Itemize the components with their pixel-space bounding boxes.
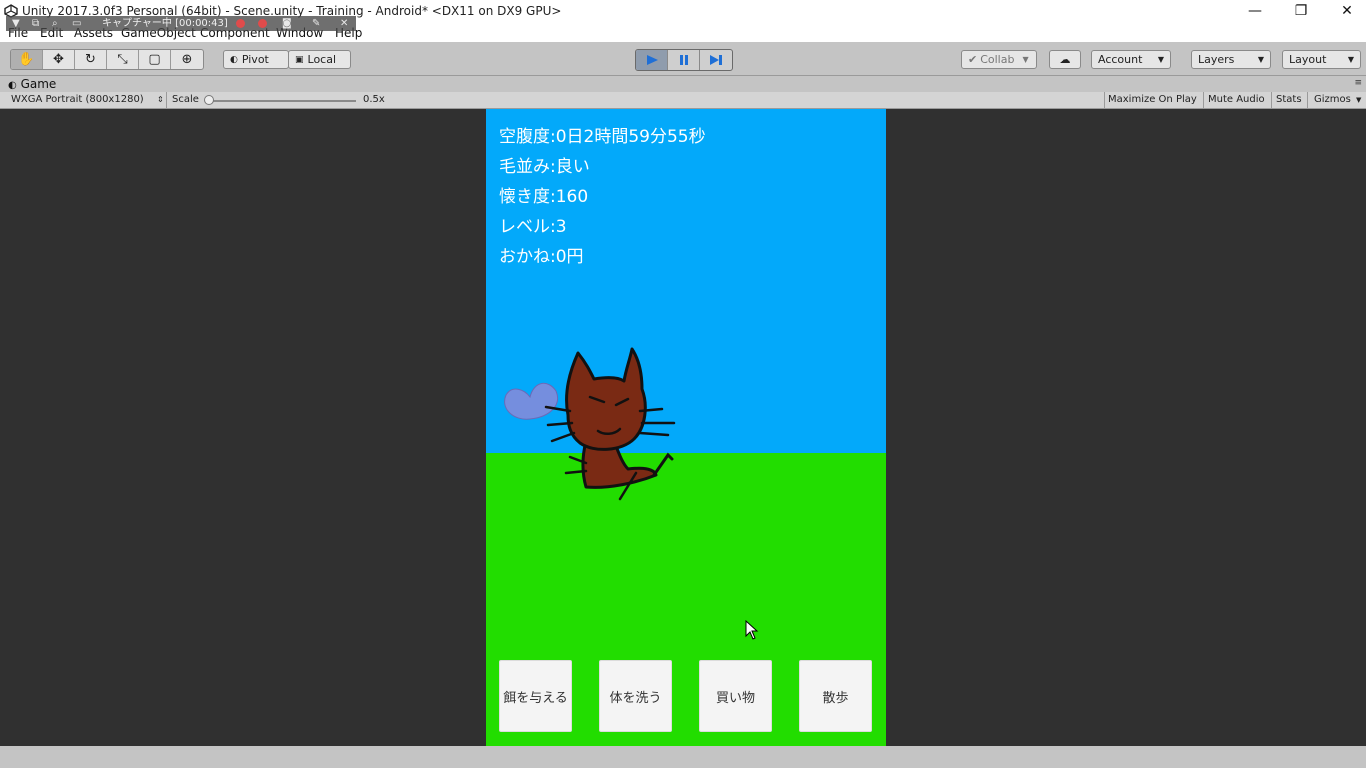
money-stat: おかね:0円: [499, 247, 584, 267]
hand-tool-icon[interactable]: ✋: [11, 50, 43, 69]
account-label: Account: [1098, 53, 1143, 66]
check-icon: ✔: [968, 53, 978, 66]
feed-button[interactable]: 餌を与える: [499, 660, 572, 732]
playback-controls: [635, 49, 733, 71]
hunger-stat: 空腹度:0日2時間59分55秒: [499, 127, 706, 147]
step-icon: [710, 55, 722, 65]
cloud-icon: ☁: [1059, 53, 1071, 66]
mouse-cursor-icon: [745, 620, 759, 640]
pivot-label: Pivot: [241, 53, 269, 66]
tab-game-label: Game: [20, 77, 57, 91]
pivot-toggle[interactable]: ◐ Pivot: [223, 50, 289, 69]
level-stat: レベル:3: [499, 217, 567, 237]
resolution-dropdown[interactable]: WXGA Portrait (800x1280): [11, 94, 144, 105]
local-icon: ▣: [295, 54, 304, 65]
divider: [1203, 92, 1204, 109]
mute-audio-toggle[interactable]: Mute Audio: [1208, 94, 1265, 105]
region-icon[interactable]: ▭: [72, 17, 81, 30]
status-bar: [0, 746, 1366, 768]
fur-stat: 毛並み:良い: [499, 157, 590, 177]
maximize-on-play-toggle[interactable]: Maximize On Play: [1108, 94, 1197, 105]
maximize-button[interactable]: ❐: [1278, 0, 1324, 24]
close-button[interactable]: ✕: [1324, 0, 1366, 24]
play-icon: [646, 55, 658, 65]
game-screen: 空腹度:0日2時間59分55秒 毛並み:良い 懐き度:160 レベル:3 おかね…: [486, 109, 886, 746]
zoom-icon[interactable]: ⌕: [52, 17, 58, 30]
layout-label: Layout: [1289, 53, 1327, 66]
layout-dropdown[interactable]: Layout ▼: [1282, 50, 1361, 69]
tab-game[interactable]: ◐ Game: [8, 77, 56, 91]
camera-icon[interactable]: ◙: [282, 17, 292, 30]
record-icon[interactable]: [258, 19, 267, 28]
game-tab-bar: ◐ Game ≡: [0, 76, 1366, 92]
move-tool-icon[interactable]: ✥: [43, 50, 75, 69]
transform-tools: ✋ ✥ ↻ ⤡ ▢ ⊕: [10, 49, 204, 70]
pause-icon: [679, 55, 688, 65]
chevron-down-icon: ▼: [1257, 55, 1264, 64]
chevron-down-icon: ▼: [1157, 55, 1164, 64]
chevron-down-icon: ▼: [1022, 55, 1029, 64]
gizmos-dropdown[interactable]: Gizmos: [1314, 94, 1351, 105]
chevron-down-icon: ▼: [1356, 96, 1362, 104]
scale-value: 0.5x: [363, 94, 385, 105]
resolution-arrows-icon: ⇕: [157, 95, 164, 104]
unity-editor-window: Unity 2017.3.0f3 Personal (64bit) - Scen…: [0, 0, 1366, 768]
window-icon[interactable]: ⧉: [32, 17, 39, 30]
divider: [1307, 92, 1308, 109]
account-dropdown[interactable]: Account ▼: [1091, 50, 1171, 69]
step-button[interactable]: [700, 50, 732, 70]
divider: [1271, 92, 1272, 109]
divider: [166, 92, 167, 109]
scale-label: Scale: [172, 94, 199, 105]
layers-label: Layers: [1198, 53, 1235, 66]
layers-dropdown[interactable]: Layers ▼: [1191, 50, 1271, 69]
collab-label: Collab: [980, 53, 1015, 66]
pivot-icon: ◐: [230, 54, 238, 65]
main-toolbar: ✋ ✥ ↻ ⤡ ▢ ⊕ ◐ Pivot ▣ Local ✔ Collab ▼ ☁…: [0, 42, 1366, 76]
screen-capture-overlay: ▼ ⧉ ⌕ ▭ キャプチャー中 [00:00:43] ◙ ✎ ✕: [6, 16, 356, 31]
game-view-toolbar: WXGA Portrait (800x1280) ⇕ Scale 0.5x Ma…: [0, 92, 1366, 109]
divider: [1104, 92, 1105, 109]
scale-tool-icon[interactable]: ⤡: [107, 50, 139, 69]
local-label: Local: [307, 53, 337, 66]
affection-stat: 懐き度:160: [499, 187, 589, 207]
local-toggle[interactable]: ▣ Local: [288, 50, 351, 69]
pen-icon[interactable]: ✎: [312, 17, 320, 30]
pause-button[interactable]: [668, 50, 700, 70]
wash-button[interactable]: 体を洗う: [599, 660, 672, 732]
rect-tool-icon[interactable]: ▢: [139, 50, 171, 69]
walk-button[interactable]: 散歩: [799, 660, 872, 732]
stats-toggle[interactable]: Stats: [1276, 94, 1302, 105]
scale-slider-thumb[interactable]: [204, 95, 214, 105]
close-capture-icon[interactable]: ✕: [340, 17, 348, 30]
cloud-button[interactable]: ☁: [1049, 50, 1081, 69]
pause-record-icon[interactable]: [236, 19, 245, 28]
minimize-button[interactable]: —: [1232, 0, 1278, 24]
shop-button[interactable]: 買い物: [699, 660, 772, 732]
collab-dropdown[interactable]: ✔ Collab ▼: [961, 50, 1037, 69]
capture-status: キャプチャー中 [00:00:43]: [102, 18, 228, 29]
scale-slider-track[interactable]: [206, 100, 356, 102]
play-button[interactable]: [636, 50, 668, 70]
cat-wing: [504, 382, 558, 420]
chevron-down-icon[interactable]: ▼: [12, 17, 20, 30]
chevron-down-icon: ▼: [1347, 55, 1354, 64]
cat-character: [504, 347, 676, 501]
game-tab-icon: ◐: [8, 80, 17, 91]
tab-menu-icon[interactable]: ≡: [1354, 78, 1362, 88]
transform-tool-icon[interactable]: ⊕: [171, 50, 203, 69]
rotate-tool-icon[interactable]: ↻: [75, 50, 107, 69]
